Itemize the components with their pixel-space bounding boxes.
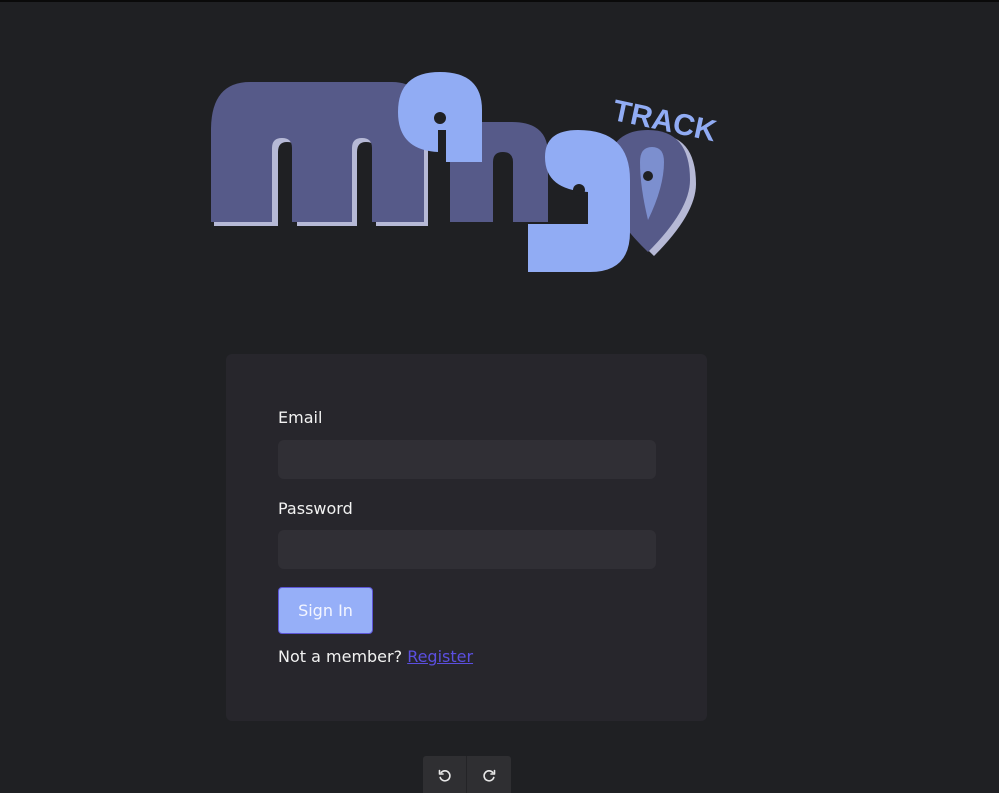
login-card: Email Password Sign In Not a member? Reg… — [226, 354, 707, 721]
undo-button[interactable] — [423, 756, 467, 793]
register-row: Not a member? Register — [278, 647, 473, 666]
email-field[interactable] — [278, 440, 656, 479]
mango-track-logo: TRACK — [211, 72, 720, 272]
sign-in-button[interactable]: Sign In — [278, 587, 373, 634]
password-label: Password — [278, 499, 353, 518]
rotate-ccw-icon — [438, 769, 451, 782]
register-prompt: Not a member? — [278, 647, 403, 666]
bottom-toolbar — [423, 756, 511, 793]
register-link[interactable]: Register — [407, 647, 473, 666]
email-label: Email — [278, 408, 323, 427]
redo-button[interactable] — [467, 756, 511, 793]
rotate-cw-icon — [483, 769, 496, 782]
password-field[interactable] — [278, 530, 656, 569]
